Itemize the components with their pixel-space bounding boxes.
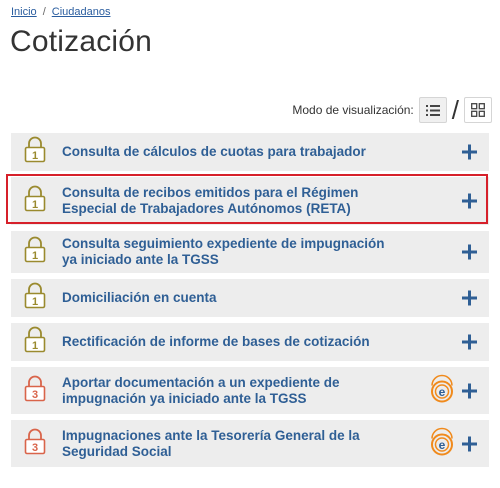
expand-plus-icon[interactable] xyxy=(462,144,477,160)
procedure-item[interactable]: 1 Domiciliación en cuenta xyxy=(11,279,489,317)
procedure-item[interactable]: 1 Consulta seguimiento expediente de impu… xyxy=(11,231,489,273)
padlock-icon: 1 xyxy=(24,136,46,168)
procedure-item[interactable]: 3 Aportar documentación a un expediente d… xyxy=(11,367,489,414)
padlock-icon: 1 xyxy=(24,282,46,314)
expand-plus-icon[interactable] xyxy=(462,436,477,451)
padlock-icon: 1 xyxy=(24,236,46,268)
expand-plus-icon[interactable] xyxy=(462,244,477,260)
procedure-item[interactable]: 1 Rectificación de informe de bases de co… xyxy=(11,323,489,361)
padlock-level: 1 xyxy=(32,199,38,211)
padlock-icon: 1 xyxy=(24,185,46,217)
electronic-notification-icon: e xyxy=(429,373,455,408)
padlock-level: 1 xyxy=(32,340,38,352)
electronic-notification-icon: e xyxy=(429,426,455,461)
list-view-button[interactable] xyxy=(418,97,447,123)
procedure-item[interactable]: 1 Consulta de cálculos de cuotas para tra… xyxy=(11,133,489,171)
padlock-icon: 3 xyxy=(24,428,46,459)
breadcrumb-section-link[interactable]: Ciudadanos xyxy=(52,6,111,18)
procedure-list: 1 Consulta de cálculos de cuotas para tra… xyxy=(11,133,489,473)
breadcrumb-separator: / xyxy=(42,6,46,18)
procedure-title[interactable]: Rectificación de informe de bases de cot… xyxy=(62,334,392,350)
svg-text:e: e xyxy=(439,438,446,452)
expand-plus-icon[interactable] xyxy=(462,334,477,350)
view-mode-switcher: Modo de visualización: / xyxy=(292,97,492,123)
padlock-level: 3 xyxy=(32,442,38,454)
expand-plus-icon[interactable] xyxy=(462,290,477,306)
expand-plus-icon[interactable] xyxy=(462,193,477,209)
grid-view-button[interactable] xyxy=(464,97,492,123)
padlock-icon: 1 xyxy=(24,326,46,358)
list-view-icon xyxy=(425,104,440,116)
procedure-title[interactable]: Consulta seguimiento expediente de impug… xyxy=(62,236,392,268)
padlock-level: 1 xyxy=(32,150,38,162)
procedure-title[interactable]: Consulta de recibos emitidos para el Rég… xyxy=(62,185,392,217)
padlock-icon: 3 xyxy=(24,375,46,406)
padlock-level: 1 xyxy=(32,296,38,308)
expand-plus-icon[interactable] xyxy=(462,383,477,398)
procedure-title[interactable]: Consulta de cálculos de cuotas para trab… xyxy=(62,144,392,160)
padlock-level: 1 xyxy=(32,250,38,262)
procedure-item[interactable]: 1 Consulta de recibos emitidos para el Ré… xyxy=(11,177,489,225)
procedure-title[interactable]: Impugnaciones ante la Tesorería General … xyxy=(62,428,392,460)
view-mode-label: Modo de visualización: xyxy=(292,103,414,117)
view-mode-separator: / xyxy=(451,95,459,125)
breadcrumb-home-link[interactable]: Inicio xyxy=(11,6,37,18)
padlock-level: 3 xyxy=(32,389,38,401)
page-title: Cotización xyxy=(10,25,153,58)
procedure-title[interactable]: Domiciliación en cuenta xyxy=(62,290,392,306)
procedure-item[interactable]: 3 Impugnaciones ante la Tesorería General… xyxy=(11,420,489,467)
svg-text:e: e xyxy=(439,385,446,399)
breadcrumb: Inicio / Ciudadanos xyxy=(11,6,110,18)
procedure-title[interactable]: Aportar documentación a un expediente de… xyxy=(62,375,392,407)
grid-view-icon xyxy=(471,103,485,117)
